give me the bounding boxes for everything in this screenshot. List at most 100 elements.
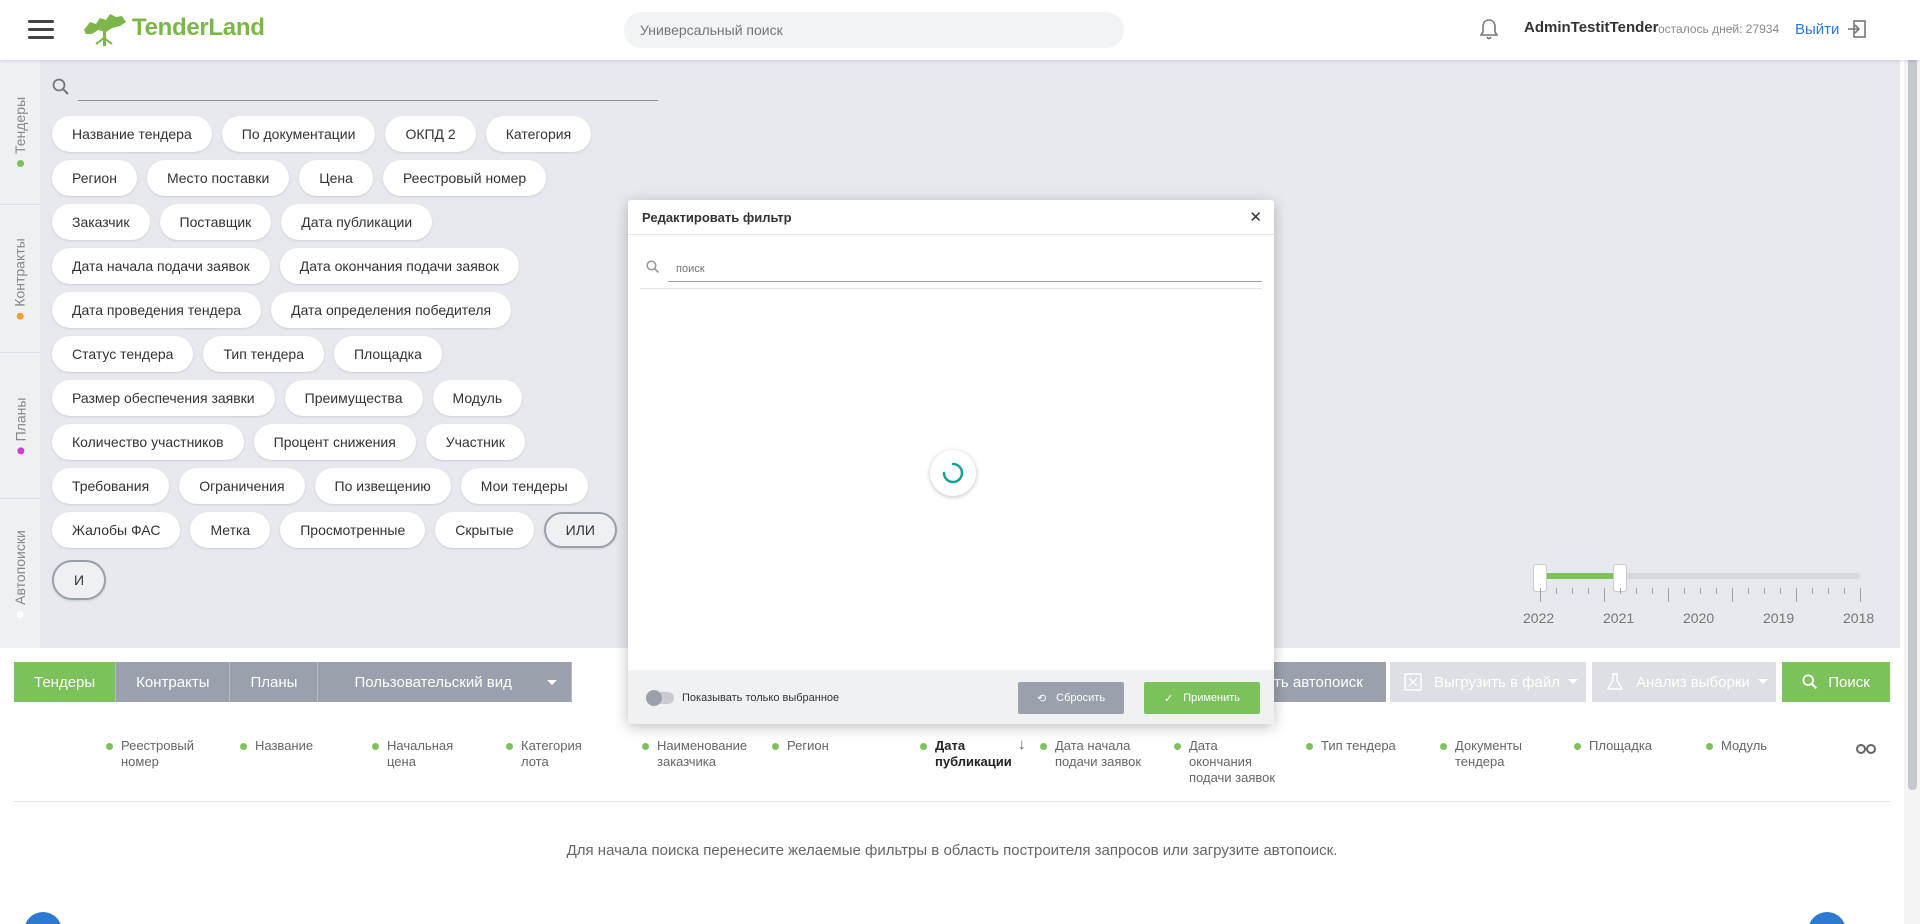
- filter-chip[interactable]: Название тендера: [52, 116, 212, 152]
- side-tab-tenders[interactable]: Тендеры: [0, 60, 40, 205]
- filter-chip[interactable]: Дата публикации: [281, 204, 433, 240]
- filter-search-input[interactable]: [78, 100, 658, 101]
- save-autosearch-button[interactable]: ть автопоиск: [1258, 662, 1386, 702]
- column-header[interactable]: Дата начала подачи заявок: [1040, 738, 1141, 770]
- column-header[interactable]: Модуль: [1706, 738, 1767, 754]
- sort-desc-icon[interactable]: ↓: [1018, 736, 1026, 753]
- column-header-label: Дата окончания подачи заявок: [1189, 738, 1275, 786]
- filter-chip[interactable]: Поставщик: [159, 204, 272, 240]
- column-header-line: Тип тендера: [1321, 738, 1396, 753]
- filter-chip[interactable]: Регион: [52, 160, 137, 196]
- filter-chip[interactable]: Дата определения победителя: [271, 292, 512, 328]
- slider-tick: [1588, 588, 1589, 594]
- filter-chip[interactable]: Участник: [425, 424, 525, 460]
- filter-chip[interactable]: Мои тендеры: [460, 468, 588, 504]
- reset-button[interactable]: ⟲ Сбросить: [1018, 682, 1124, 714]
- side-tab-plans[interactable]: Планы: [0, 353, 40, 499]
- filter-chip[interactable]: Заказчик: [52, 204, 150, 240]
- filter-chip[interactable]: Дата окончания подачи заявок: [279, 248, 519, 284]
- filter-chip[interactable]: ОКПД 2: [385, 116, 476, 152]
- year-label: 2018: [1843, 610, 1875, 626]
- chat-button[interactable]: [1808, 912, 1846, 924]
- column-header[interactable]: Категория лота: [506, 738, 582, 770]
- filter-chip[interactable]: По документации: [221, 116, 376, 152]
- logout-button[interactable]: Выйти: [1795, 19, 1867, 39]
- filter-chip[interactable]: Преимущества: [284, 380, 423, 416]
- filter-chip[interactable]: Жалобы ФАС: [52, 512, 181, 548]
- filter-chip[interactable]: Просмотренные: [280, 512, 426, 548]
- slider-tick: [1844, 588, 1845, 594]
- filter-chip[interactable]: Тип тендера: [203, 336, 324, 372]
- filter-chip[interactable]: И: [52, 560, 106, 600]
- side-tab-autosearch[interactable]: Автопоиски: [0, 499, 40, 648]
- user-name[interactable]: AdminTestitTender: [1524, 19, 1658, 36]
- chevron-down-icon[interactable]: [1758, 679, 1768, 684]
- file-icon: [1404, 673, 1422, 691]
- filter-chip[interactable]: Скрытые: [435, 512, 534, 548]
- menu-icon[interactable]: [28, 20, 54, 40]
- search-icon: [646, 260, 660, 279]
- filter-chip[interactable]: Требования: [52, 468, 170, 504]
- column-header-line: тендера: [1455, 754, 1505, 769]
- column-visible-dot: [642, 743, 649, 750]
- view-select[interactable]: Пользовательский вид: [318, 662, 573, 702]
- column-header-label: Тип тендера: [1321, 738, 1396, 754]
- export-button[interactable]: Выгрузить в файл: [1390, 662, 1586, 702]
- column-header[interactable]: Площадка: [1574, 738, 1652, 754]
- column-header-label: Документы тендера: [1455, 738, 1522, 770]
- reset-label: Сбросить: [1056, 692, 1106, 704]
- filter-chip[interactable]: Процент снижения: [253, 424, 416, 460]
- page-scrollbar[interactable]: [1904, 0, 1920, 924]
- filter-chip[interactable]: Реестровый номер: [382, 160, 547, 196]
- filter-chip[interactable]: Модуль: [432, 380, 523, 416]
- column-header[interactable]: Наименование заказчика: [642, 738, 747, 770]
- bell-icon[interactable]: [1479, 18, 1499, 45]
- filter-chip[interactable]: Дата начала подачи заявок: [52, 248, 270, 284]
- column-header[interactable]: Регион: [772, 738, 829, 754]
- tab-plans[interactable]: Планы: [230, 662, 319, 702]
- filter-chip[interactable]: Ограничения: [179, 468, 305, 504]
- column-header-line: Название: [255, 738, 314, 753]
- help-button[interactable]: [24, 912, 62, 924]
- search-button[interactable]: Поиск: [1782, 662, 1890, 702]
- tab-contracts[interactable]: Контракты: [116, 662, 231, 702]
- tab-tenders[interactable]: Тендеры: [14, 662, 117, 702]
- filter-chip[interactable]: По извещению: [314, 468, 451, 504]
- column-header[interactable]: Дата публикации: [920, 738, 1012, 770]
- column-header[interactable]: Документы тендера: [1440, 738, 1522, 770]
- side-tab-contracts[interactable]: Контракты: [0, 205, 40, 353]
- filter-chip[interactable]: Место поставки: [146, 160, 290, 196]
- scrollbar-thumb[interactable]: [1908, 10, 1917, 790]
- show-selected-toggle[interactable]: [646, 690, 674, 706]
- filter-chip[interactable]: Дата проведения тендера: [52, 292, 262, 328]
- column-header[interactable]: Начальная цена: [372, 738, 453, 770]
- column-header[interactable]: Дата окончания подачи заявок: [1174, 738, 1275, 786]
- column-header[interactable]: Название: [240, 738, 313, 754]
- logo[interactable]: TenderLand: [82, 8, 265, 48]
- filter-chip[interactable]: ИЛИ: [543, 512, 617, 548]
- filter-chip[interactable]: Категория: [485, 116, 592, 152]
- filter-chip[interactable]: Размер обеспечения заявки: [52, 380, 275, 416]
- column-visible-dot: [1306, 743, 1313, 750]
- global-search-input[interactable]: [624, 12, 1124, 48]
- side-tabs: Тендеры Контракты Планы Автопоиски: [0, 60, 40, 648]
- export-label: Выгрузить в файл: [1434, 673, 1560, 691]
- close-icon[interactable]: ✕: [1249, 208, 1262, 226]
- filter-chip[interactable]: Площадка: [333, 336, 442, 372]
- dialog-search-input[interactable]: [668, 256, 1262, 282]
- chevron-down-icon[interactable]: [1568, 679, 1578, 684]
- column-header[interactable]: Тип тендера: [1306, 738, 1396, 754]
- apply-button[interactable]: ✓ Применить: [1144, 682, 1260, 714]
- filter-chip[interactable]: Статус тендера: [52, 336, 194, 372]
- filter-chip[interactable]: Количество участников: [52, 424, 244, 460]
- results-column-headers: Реестровый номер Название Начальная цена Кате…: [14, 738, 1890, 802]
- analysis-button[interactable]: Анализ выборки: [1592, 662, 1776, 702]
- dialog-footer: Показывать только выбранное ⟲ Сбросить ✓…: [628, 670, 1274, 724]
- filter-chip[interactable]: Метка: [190, 512, 271, 548]
- column-header[interactable]: Реестровый номер: [106, 738, 194, 770]
- column-visible-dot: [1440, 743, 1447, 750]
- filter-chip[interactable]: Цена: [299, 160, 373, 196]
- column-header-line: Дата: [1189, 738, 1218, 753]
- column-settings-icon[interactable]: [1856, 742, 1876, 760]
- filter-chip-row: Дата начала подачи заявок Дата окончания …: [52, 248, 662, 284]
